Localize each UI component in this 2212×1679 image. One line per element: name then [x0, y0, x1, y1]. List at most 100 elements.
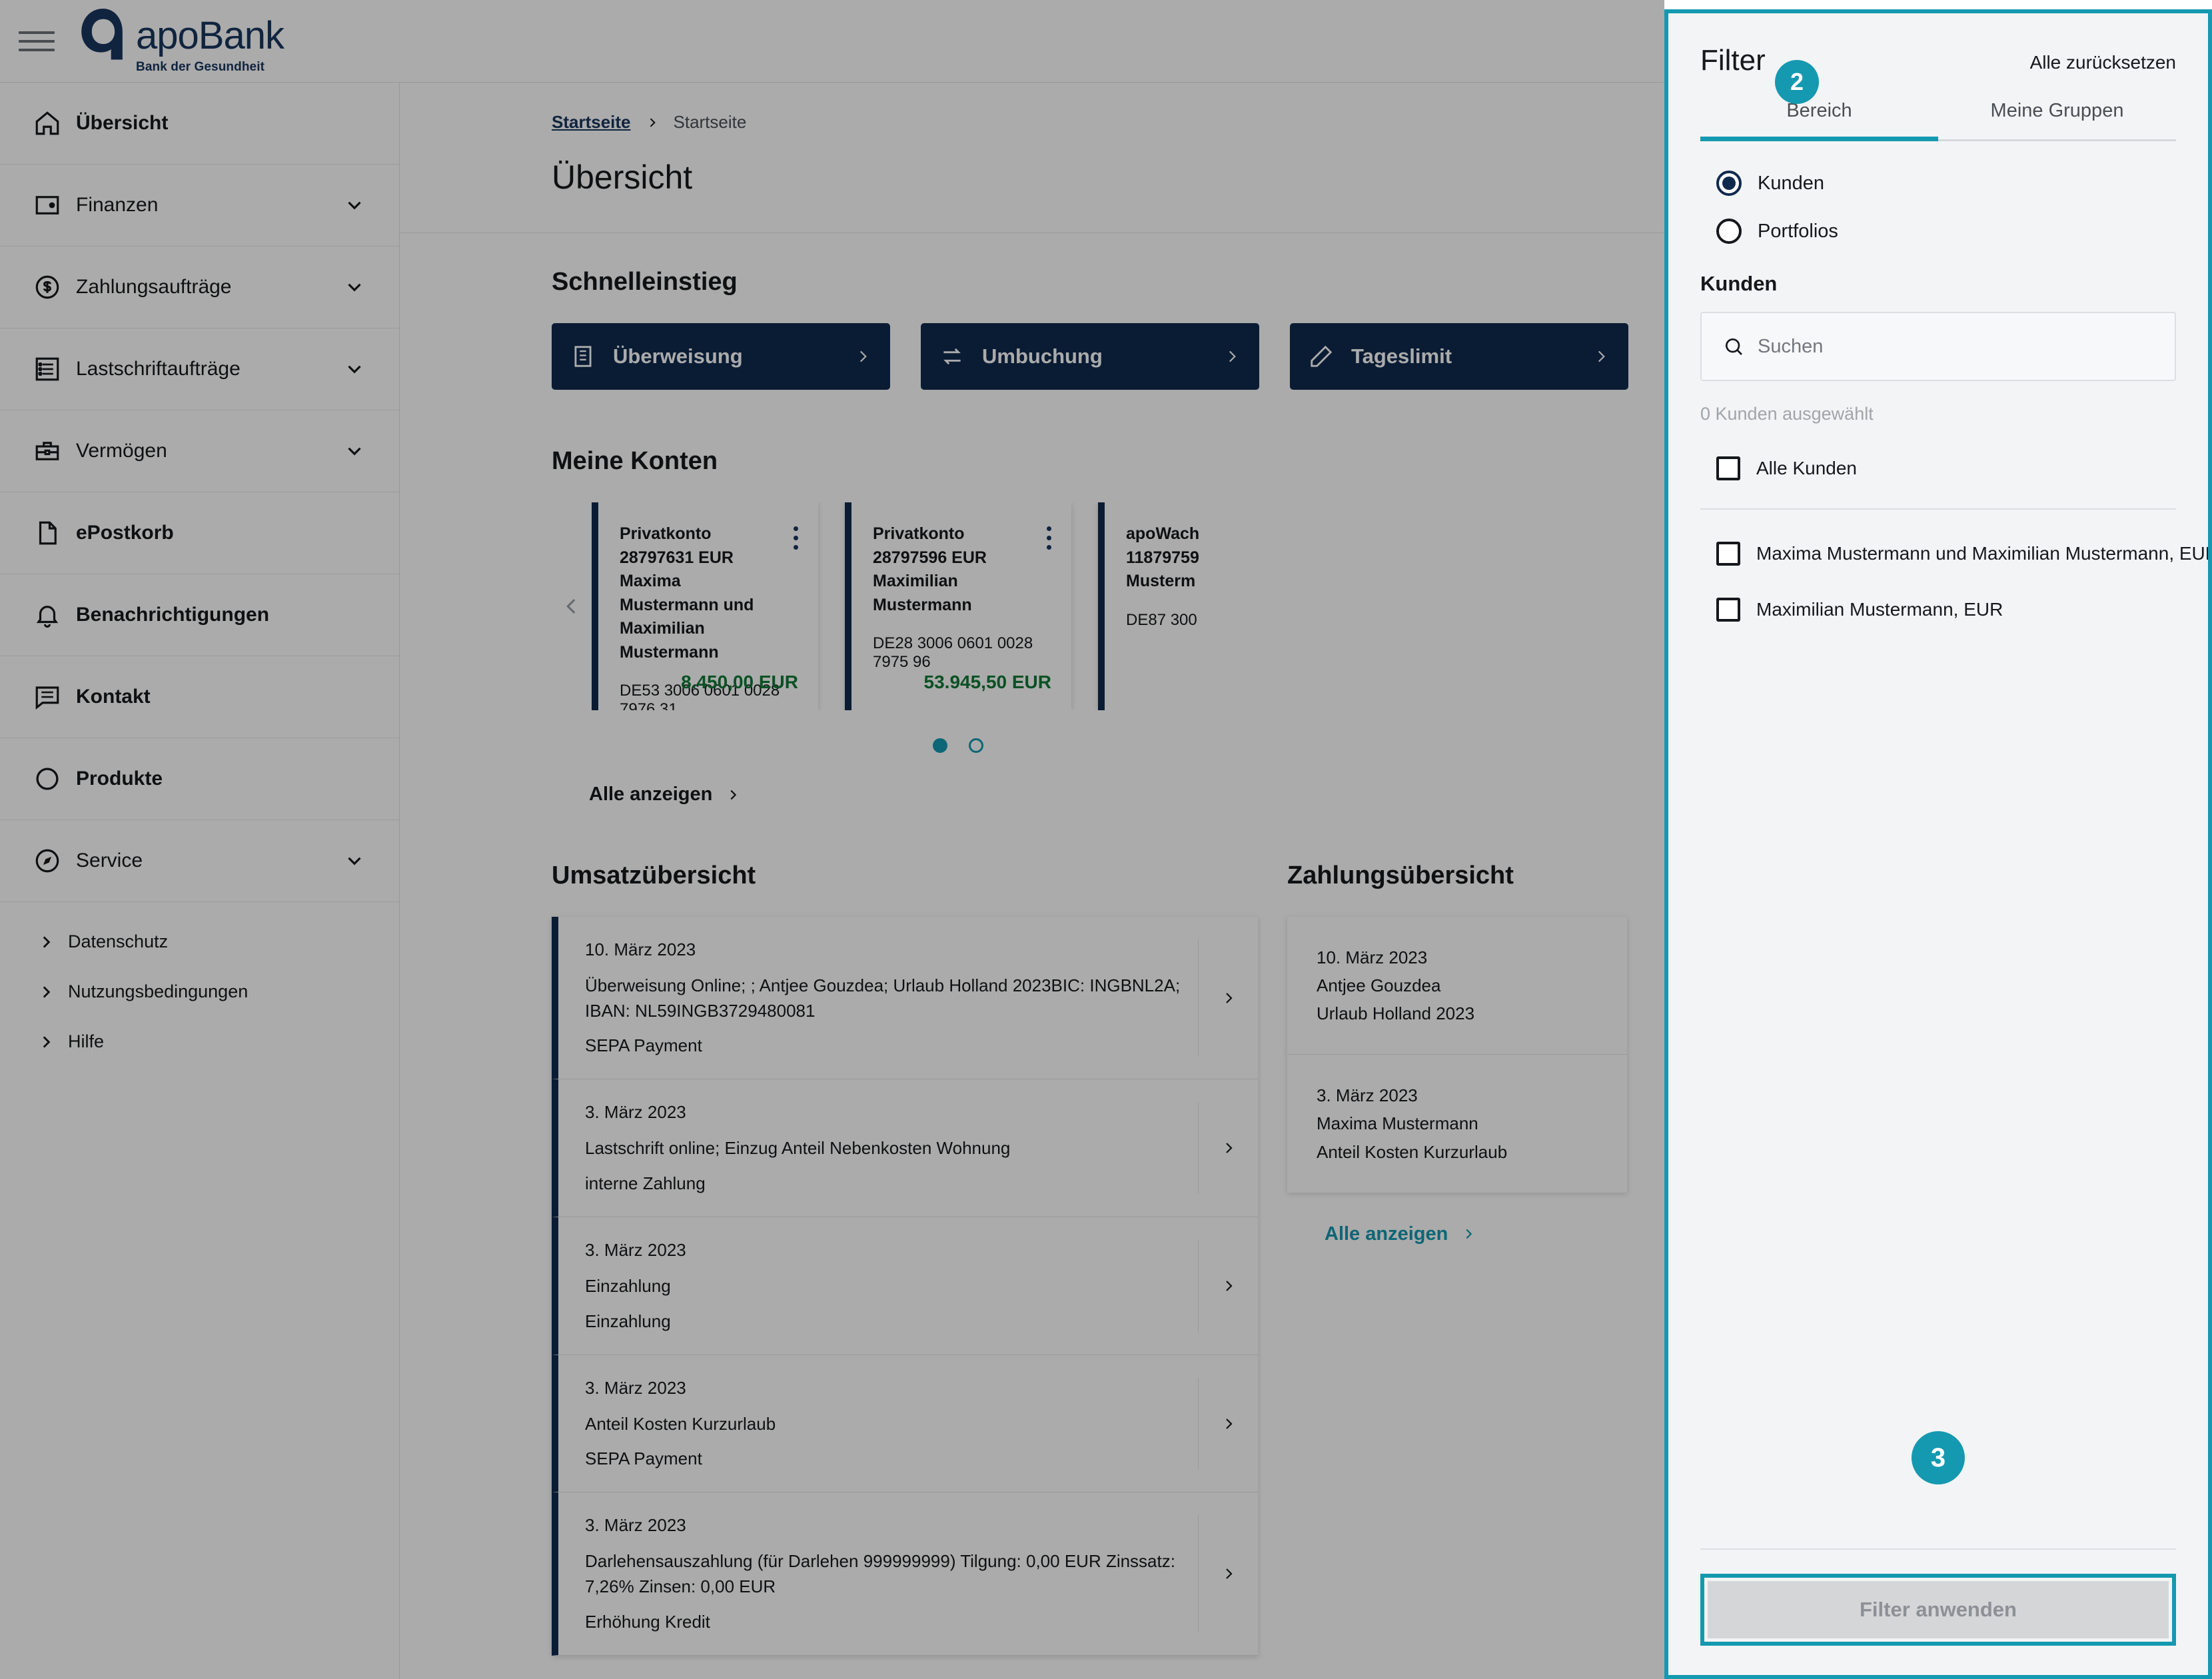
transaction-detail-button[interactable] — [1198, 1377, 1258, 1470]
quick-tile-ueberweisung[interactable]: Überweisung — [552, 323, 890, 390]
transaction-type: Einzahlung — [585, 1311, 671, 1331]
divider — [1700, 508, 2176, 510]
transaction-row[interactable]: 10. März 2023 Überweisung Online; ; Antj… — [552, 917, 1258, 1080]
account-card[interactable]: apoWach 11879759 Musterm DE87 300 — [1098, 502, 1325, 710]
sidebar-item-label: Finanzen — [76, 194, 159, 216]
radio-unselected-icon — [1716, 219, 1742, 244]
account-balance: 8.450,00 EUR — [681, 672, 798, 692]
quick-tile-tageslimit[interactable]: Tageslimit — [1290, 323, 1628, 390]
account-name: Privatkonto 28797631 EUR Maxima Musterma… — [620, 524, 754, 662]
chevron-down-icon[interactable] — [343, 440, 366, 462]
transaction-detail-button[interactable] — [1198, 939, 1258, 1057]
sidebar-item-benachrichtigungen[interactable]: Benachrichtigungen — [0, 574, 399, 656]
sidebar-item-label: Übersicht — [76, 112, 169, 134]
transaction-detail-button[interactable] — [1198, 1240, 1258, 1332]
compass-icon — [33, 847, 71, 875]
reset-all-link[interactable]: Alle zurücksetzen — [2030, 52, 2176, 73]
transaction-date: 3. März 2023 — [585, 1515, 686, 1536]
sidebar-footer-links: Datenschutz Nutzungsbedingungen Hilfe — [0, 902, 399, 1052]
transaction-description: Überweisung Online; ; Antjee Gouzdea; Ur… — [585, 975, 1181, 1021]
transaction-description: Einzahlung — [585, 1276, 671, 1297]
sidebar-link-label: Hilfe — [68, 1031, 105, 1051]
transaction-row[interactable]: 3. März 2023 Anteil Kosten Kurzurlaub SE… — [552, 1355, 1258, 1493]
sidebar-item-zahlungsauftraege[interactable]: Zahlungsaufträge — [0, 247, 399, 328]
transaction-type: SEPA Payment — [585, 1035, 702, 1056]
transaction-row[interactable]: 3. März 2023 Einzahlung Einzahlung — [552, 1217, 1258, 1355]
sidebar-item-lastschriftauftraege[interactable]: Lastschriftaufträge — [0, 328, 399, 410]
sidebar-item-label: Produkte — [76, 768, 163, 790]
tab-bereich[interactable]: Bereich — [1700, 100, 1938, 141]
sidebar-item-kontakt[interactable]: Kontakt — [0, 656, 399, 738]
chevron-down-icon[interactable] — [343, 276, 366, 298]
checkbox-label: Alle Kunden — [1756, 458, 1858, 478]
payment-row[interactable]: 3. März 2023 Maxima Mustermann Anteil Ko… — [1287, 1055, 1627, 1192]
transaction-detail-button[interactable] — [1198, 1102, 1258, 1195]
sidebar-link-label: Datenschutz — [68, 931, 169, 951]
search-input[interactable] — [1758, 335, 2153, 358]
search-field[interactable] — [1700, 312, 2176, 381]
payment-row[interactable]: 10. März 2023 Antjee Gouzdea Urlaub Holl… — [1287, 917, 1627, 1055]
tab-meine-gruppen[interactable]: Meine Gruppen — [1938, 100, 2176, 141]
chevron-left-icon — [566, 598, 576, 614]
quick-tile-umbuchung[interactable]: Umbuchung — [921, 323, 1259, 390]
account-card[interactable]: Privatkonto 28797631 EUR Maxima Musterma… — [592, 502, 818, 710]
checkbox-alle-kunden[interactable]: Alle Kunden — [1700, 456, 2176, 480]
sidebar-item-label: Lastschriftaufträge — [76, 358, 241, 380]
account-iban: DE28 3006 0601 0028 7975 96 — [873, 634, 1033, 671]
chevron-down-icon[interactable] — [343, 849, 366, 872]
sidebar-item-vermoegen[interactable]: Vermögen — [0, 410, 399, 492]
transaction-row[interactable]: 3. März 2023 Lastschrift online; Einzug … — [552, 1079, 1258, 1218]
radio-option-portfolios[interactable]: Portfolios — [1700, 219, 2176, 244]
chevron-right-icon — [43, 1035, 51, 1048]
swap-arrows-icon — [943, 348, 961, 365]
carousel-dot-1[interactable] — [933, 738, 947, 753]
checkbox-unchecked-icon — [1716, 598, 1740, 622]
sidebar-item-produkte[interactable]: Produkte — [0, 738, 399, 820]
step-badge-3: 3 — [1912, 1431, 1965, 1484]
transactions-list: 10. März 2023 Überweisung Online; ; Antj… — [552, 917, 1258, 1656]
breadcrumb-root[interactable]: Startseite — [552, 112, 631, 133]
filter-panel-title: Filter — [1700, 44, 1766, 77]
payment-party: Maxima Mustermann — [1317, 1113, 1478, 1134]
accounts-show-all-label: Alle anzeigen — [589, 784, 713, 805]
sidebar-item-label: Zahlungsaufträge — [76, 276, 232, 298]
sidebar-item-finanzen[interactable]: Finanzen — [0, 165, 399, 247]
chevron-right-icon — [730, 790, 737, 800]
payments-show-all-link[interactable]: Alle anzeigen — [1325, 1223, 1627, 1245]
sidebar-link-nutzungsbedingungen[interactable]: Nutzungsbedingungen — [37, 981, 399, 1002]
sidebar-link-hilfe[interactable]: Hilfe — [37, 1031, 399, 1052]
apply-filter-button[interactable]: Filter anwenden — [1708, 1581, 2169, 1638]
apobank-logo[interactable]: apoBank Bank der Gesundheit — [77, 7, 284, 75]
chevron-down-icon[interactable] — [343, 194, 366, 217]
transaction-description: Anteil Kosten Kurzurlaub — [585, 1413, 776, 1434]
chevron-down-icon[interactable] — [343, 358, 366, 380]
chevron-right-icon — [1225, 1143, 1233, 1153]
sidebar-item-epostkorb[interactable]: ePostkorb — [0, 492, 399, 574]
carousel-dot-2[interactable] — [969, 738, 983, 753]
transfer-form-icon — [574, 346, 592, 367]
transaction-date: 10. März 2023 — [585, 939, 696, 959]
carousel-prev-button[interactable] — [552, 591, 592, 622]
account-card[interactable]: Privatkonto 28797596 EUR Maximilian Must… — [845, 502, 1071, 710]
sidebar-item-label: Vermögen — [76, 440, 167, 462]
transaction-detail-button[interactable] — [1198, 1515, 1258, 1632]
selection-status: 0 Kunden ausgewählt — [1700, 404, 1874, 424]
chevron-right-icon — [650, 117, 656, 127]
sidebar-item-uebersicht[interactable]: Übersicht — [0, 83, 399, 165]
checkbox-customer-1[interactable]: Maxima Mustermann und Maximilian Musterm… — [1700, 542, 2208, 566]
radio-selected-icon — [1716, 171, 1742, 196]
sidebar-link-datenschutz[interactable]: Datenschutz — [37, 931, 399, 952]
kebab-menu-icon[interactable] — [1047, 526, 1051, 550]
sidebar-item-service[interactable]: Service — [0, 820, 399, 902]
pencil-icon — [1311, 345, 1333, 367]
transaction-row[interactable]: 3. März 2023 Darlehensauszahlung (für Da… — [552, 1492, 1258, 1656]
hamburger-icon[interactable] — [19, 23, 55, 59]
radio-option-kunden[interactable]: Kunden — [1700, 171, 2176, 196]
chevron-right-icon — [1466, 1229, 1472, 1239]
payments-section: Zahlungsübersicht 10. März 2023 Antjee G… — [1287, 861, 1627, 1656]
transaction-date: 3. März 2023 — [585, 1240, 686, 1261]
checkbox-customer-2[interactable]: Maximilian Mustermann, EUR — [1700, 598, 2176, 622]
apply-button-highlight: Filter anwenden — [1700, 1574, 2176, 1646]
kebab-menu-icon[interactable] — [794, 526, 798, 550]
sidebar-item-label: Service — [76, 849, 143, 871]
